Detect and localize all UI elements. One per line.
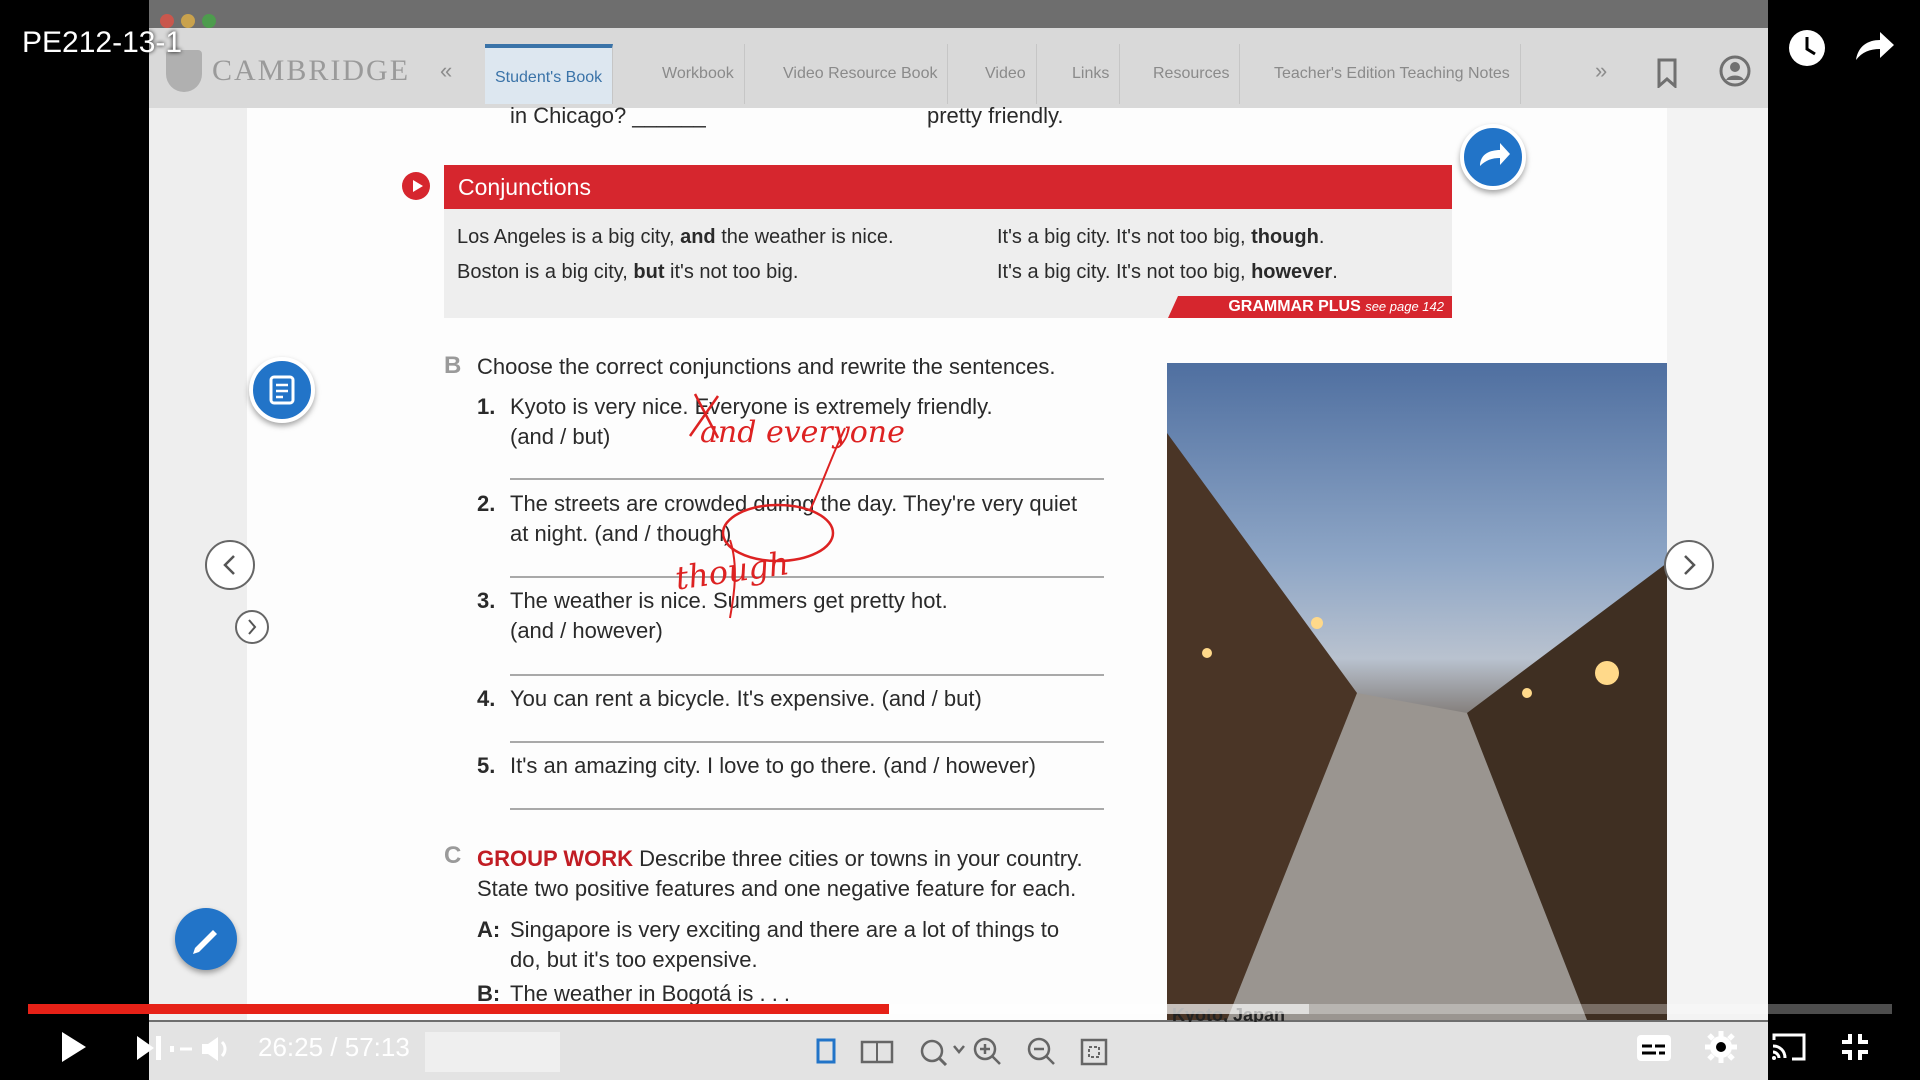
item-number: 5. <box>477 753 496 778</box>
item-text: (and / but) <box>510 424 611 449</box>
svg-text:though: though <box>673 544 792 598</box>
next-icon[interactable] <box>134 1034 164 1062</box>
zoom-area-icon[interactable] <box>918 1036 966 1066</box>
bookmark-icon[interactable] <box>1655 58 1679 88</box>
double-page-icon[interactable] <box>860 1040 894 1064</box>
item-number: 4. <box>477 686 496 711</box>
tab-teachers-edition[interactable]: Teacher's Edition Teaching Notes <box>1264 44 1521 104</box>
redo-icon <box>1480 143 1510 166</box>
chevron-left-icon <box>223 555 235 575</box>
redo-button[interactable] <box>1460 124 1526 190</box>
item-number: 2. <box>477 491 496 516</box>
answer-line[interactable] <box>510 808 1104 810</box>
svg-text:and everyone: and everyone <box>700 415 905 450</box>
chevron-right-icon <box>1684 555 1696 575</box>
cambridge-logo: CAMBRIDGE <box>166 50 410 92</box>
prev-page-button[interactable] <box>205 540 255 590</box>
audio-play-icon[interactable] <box>402 172 430 200</box>
minimize-dot[interactable] <box>181 14 195 28</box>
small-prev-button[interactable] <box>235 610 269 644</box>
prev-exercise-text: in Chicago? ______ <box>510 103 706 128</box>
zoom-out-icon[interactable] <box>1026 1036 1056 1066</box>
exit-fullscreen-icon[interactable] <box>1840 1032 1870 1062</box>
volume-icon[interactable] <box>166 1034 230 1064</box>
grammar-example: Los Angeles is a big city, and the weath… <box>457 226 894 248</box>
grammar-plus-link[interactable]: GRAMMAR PLUS see page 142 <box>1168 296 1452 318</box>
video-title[interactable]: PE212-13-1 <box>22 26 182 60</box>
item-text: It's an amazing city. I love to go there… <box>510 753 1036 778</box>
progress-played <box>28 1004 889 1014</box>
answer-line[interactable] <box>510 674 1104 676</box>
tab-resources[interactable]: Resources <box>1143 44 1241 104</box>
tab-students-book[interactable]: Student's Book <box>485 44 614 104</box>
play-icon[interactable] <box>58 1030 88 1064</box>
chevron-right-small-icon <box>248 619 257 635</box>
tab-links[interactable]: Links <box>1062 44 1121 104</box>
handwriting-annotations: and everyone though <box>673 393 905 619</box>
grammar-example: It's a big city. It's not too big, thoug… <box>997 226 1325 248</box>
tab-video[interactable]: Video <box>975 44 1037 104</box>
item-number: 3. <box>477 588 496 613</box>
grammar-example: Boston is a big city, but it's not too b… <box>457 261 799 283</box>
subtitles-icon[interactable] <box>1636 1034 1672 1062</box>
tab-workbook[interactable]: Workbook <box>652 44 745 104</box>
pen-icon <box>193 930 217 954</box>
cast-icon[interactable] <box>1770 1032 1808 1062</box>
conjunctions-title: Conjunctions <box>444 165 1452 209</box>
page-number-field[interactable] <box>425 1032 560 1072</box>
section-letter: C <box>444 842 462 869</box>
section-letter: B <box>444 352 462 379</box>
next-page-button[interactable] <box>1664 540 1714 590</box>
group-work-line: GROUP WORK Describe three cities or town… <box>477 846 1083 871</box>
item-number: 1. <box>477 394 496 419</box>
section-instruction: Choose the correct conjunctions and rewr… <box>477 354 1056 379</box>
grammar-example: It's a big city. It's not too big, howev… <box>997 261 1338 283</box>
zoom-in-icon[interactable] <box>972 1036 1002 1066</box>
page-view-icon[interactable] <box>815 1038 837 1064</box>
fit-page-icon[interactable] <box>1080 1038 1108 1066</box>
time-display: 26:25 / 57:13 <box>258 1032 410 1062</box>
item-text: You can rent a bicycle. It's expensive. … <box>510 686 982 711</box>
share-icon[interactable] <box>1852 26 1896 66</box>
tab-video-resource-book[interactable]: Video Resource Book <box>773 44 949 104</box>
clock-icon[interactable] <box>1787 28 1827 68</box>
logo-text: CAMBRIDGE <box>212 54 411 87</box>
dialogue-line: Singapore is very exciting and there are… <box>510 917 1060 942</box>
pen-button[interactable] <box>175 908 237 970</box>
kyoto-photo <box>1167 363 1667 1020</box>
account-icon[interactable] <box>1718 54 1752 88</box>
speaker-label: A: <box>477 917 501 942</box>
notes-icon <box>269 375 295 405</box>
item-text: (and / however) <box>510 618 663 643</box>
group-work-line: State two positive features and one nega… <box>477 876 1077 901</box>
settings-icon[interactable] <box>1704 1030 1738 1064</box>
answer-line[interactable] <box>510 741 1104 743</box>
collapse-left-icon[interactable]: « <box>440 58 452 84</box>
dialogue-line: do, but it's too expensive. <box>510 947 758 972</box>
prev-exercise-text-right: pretty friendly. <box>927 103 1064 128</box>
zoom-dot[interactable] <box>202 14 216 28</box>
notes-button[interactable] <box>249 357 315 423</box>
expand-right-icon[interactable]: » <box>1595 58 1607 84</box>
